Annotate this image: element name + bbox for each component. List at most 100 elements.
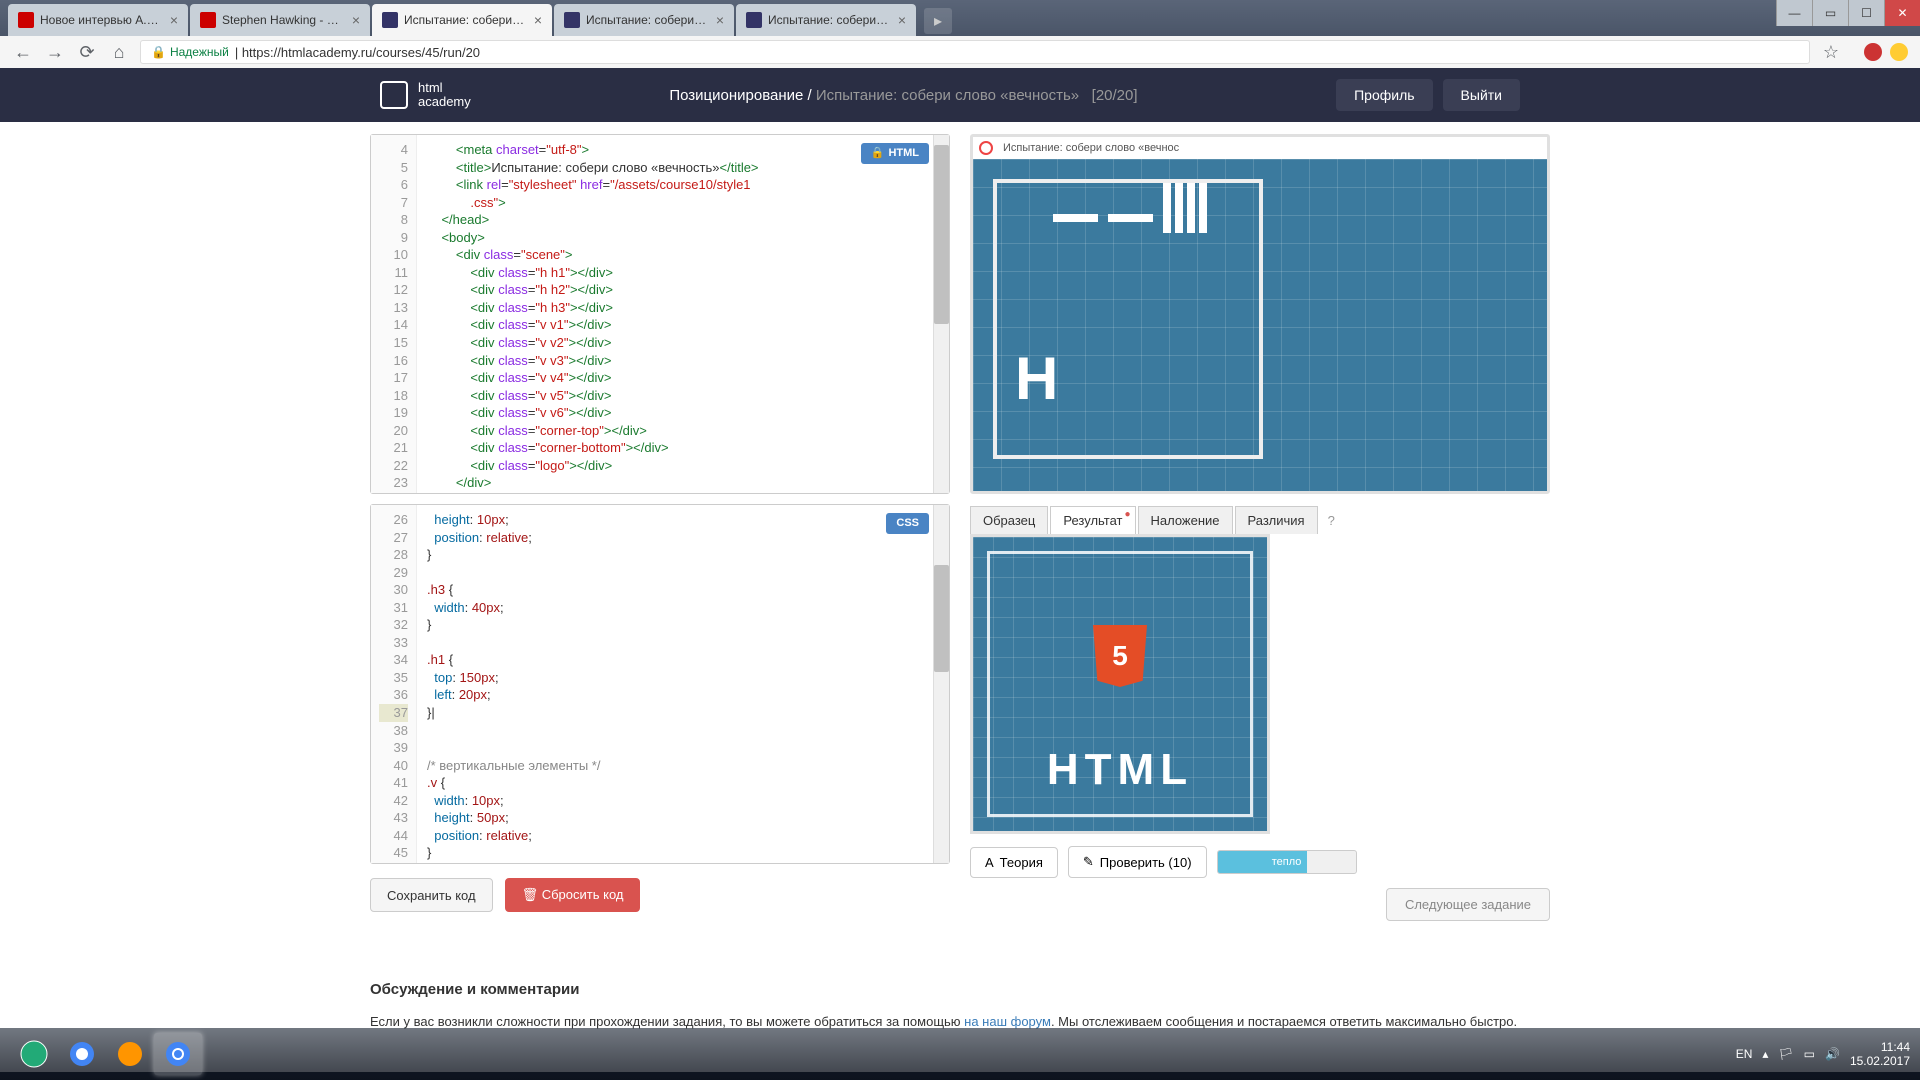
score-text: тепло (1272, 856, 1302, 868)
battery-icon[interactable]: ▭ (1804, 1047, 1815, 1061)
html-editor[interactable]: 🔒HTML 4567891011121314151617181920212223… (370, 134, 950, 494)
tab-title: Новое интервью А. Не... (40, 13, 162, 27)
css-editor[interactable]: CSS 262728293031323334353637383940414243… (370, 504, 950, 864)
back-button[interactable]: ← (12, 41, 34, 63)
forward-button[interactable]: → (44, 41, 66, 63)
lock-icon: 🔒 (151, 45, 166, 59)
star-icon[interactable]: ☆ (1820, 41, 1842, 63)
htmlacademy-icon (564, 12, 580, 28)
new-tab-button[interactable]: ▸ (924, 8, 952, 34)
firefox-icon[interactable] (106, 1033, 154, 1075)
tab-title: Испытание: собери сло... (586, 13, 708, 27)
course-name[interactable]: Позиционирование (669, 87, 803, 104)
tab-close-icon[interactable]: × (170, 12, 178, 28)
lang-indicator[interactable]: EN (1736, 1047, 1753, 1061)
reset-button[interactable]: 🗑 Сбросить код (505, 878, 641, 912)
browser-tab[interactable]: Испытание: собери сло... × (554, 4, 734, 36)
html-text: HTML (1047, 745, 1193, 795)
volume-icon[interactable]: 🔊 (1825, 1047, 1840, 1061)
comments-section: Обсуждение и комментарии Если у вас возн… (370, 961, 1550, 1032)
browser-tab-active[interactable]: Испытание: собери сло... × (372, 4, 552, 36)
logo-icon (380, 81, 408, 109)
window-close-button[interactable]: ✕ (1884, 0, 1920, 26)
tab-close-icon[interactable]: × (898, 12, 906, 28)
comments-title: Обсуждение и комментарии (370, 981, 1550, 998)
extension-icon[interactable] (1864, 43, 1882, 61)
window-controls: — ▭ ☐ ✕ (1776, 0, 1920, 26)
tab-overlay[interactable]: Наложение (1138, 506, 1233, 534)
tab-title: Stephen Hawking - Wha... (222, 13, 344, 27)
logo[interactable]: htmlacademy (380, 81, 471, 110)
tab-sample[interactable]: Образец (970, 506, 1048, 534)
taskbar: EN ▴ 🏳 ▭ 🔊 11:44 15.02.2017 (0, 1028, 1920, 1080)
secure-badge: 🔒 Надежный (151, 45, 229, 59)
task-name: Испытание: собери слово «вечность» (816, 87, 1079, 104)
browser-tab[interactable]: Испытание: собери сло... × (736, 4, 916, 36)
youtube-icon (200, 12, 216, 28)
restore-button[interactable]: ▭ (1812, 0, 1848, 26)
page-header: htmlacademy Позиционирование / Испытание… (0, 68, 1920, 122)
scrollbar[interactable] (933, 135, 949, 493)
htmlacademy-icon (382, 12, 398, 28)
tab-close-icon[interactable]: × (352, 12, 360, 28)
tab-diff[interactable]: Различия (1235, 506, 1318, 534)
font-icon: A (985, 855, 994, 870)
youtube-icon (18, 12, 34, 28)
clock-time: 11:44 (1850, 1040, 1910, 1054)
profile-button[interactable]: Профиль (1336, 79, 1432, 111)
home-button[interactable]: ⌂ (108, 41, 130, 63)
score-bar: тепло (1217, 850, 1357, 874)
secure-label: Надежный (170, 45, 229, 59)
browser-tab[interactable]: Stephen Hawking - Wha... × (190, 4, 370, 36)
lock-icon: 🔒 (871, 147, 885, 159)
tab-title: Испытание: собери сло... (768, 13, 890, 27)
tray-up-icon[interactable]: ▴ (1762, 1047, 1768, 1061)
extension-icon[interactable] (1890, 43, 1908, 61)
preview-chrome: Испытание: собери слово «вечнос (973, 137, 1547, 159)
theory-button[interactable]: AТеория (970, 847, 1058, 878)
opera-icon (979, 141, 993, 155)
logout-button[interactable]: Выйти (1443, 79, 1520, 111)
tab-result[interactable]: Результат● (1050, 506, 1135, 534)
logo-text: htmlacademy (418, 81, 471, 110)
address-bar: ← → ⟳ ⌂ 🔒 Надежный | https://htmlacademy… (0, 36, 1920, 68)
code-content[interactable]: <meta charset="utf-8"> <title>Испытание:… (417, 135, 949, 493)
scrollbar[interactable] (933, 505, 949, 863)
css-badge: CSS (886, 513, 929, 534)
maximize-button[interactable]: ☐ (1848, 0, 1884, 26)
trash-icon: 🗑 (522, 887, 539, 902)
tab-close-icon[interactable]: × (716, 12, 724, 28)
tab-title: Испытание: собери сло... (404, 13, 526, 27)
task-progress: [20/20] (1092, 87, 1138, 104)
chrome-icon[interactable] (58, 1033, 106, 1075)
line-gutter: 2627282930313233343536373839404142434445 (371, 505, 417, 863)
reload-button[interactable]: ⟳ (76, 41, 98, 63)
result-tabs: Образец Результат● Наложение Различия ? (970, 506, 1550, 534)
browser-tab[interactable]: Новое интервью А. Не... × (8, 4, 188, 36)
minimize-button[interactable]: — (1776, 0, 1812, 26)
breadcrumb: Позиционирование / Испытание: собери сло… (669, 87, 1137, 104)
preview-pane: Испытание: собери слово «вечнос Н (970, 134, 1550, 494)
chrome-icon-active[interactable] (154, 1033, 202, 1075)
url-input[interactable]: 🔒 Надежный | https://htmlacademy.ru/cour… (140, 40, 1810, 64)
tab-close-icon[interactable]: × (534, 12, 542, 28)
start-button[interactable] (10, 1033, 58, 1075)
line-gutter: 4567891011121314151617181920212223 (371, 135, 417, 493)
next-task-button[interactable]: Следующее задание (1386, 888, 1550, 921)
check-button[interactable]: ✎Проверить (10) (1068, 846, 1207, 878)
preview-canvas: Н (973, 159, 1547, 491)
preview-title: Испытание: собери слово «вечнос (1003, 142, 1179, 154)
html5-shield-icon: 5 (1093, 625, 1147, 687)
clock-date: 15.02.2017 (1850, 1054, 1910, 1068)
result-preview: 5 HTML (970, 534, 1270, 834)
flag-icon[interactable]: 🏳 (1778, 1047, 1793, 1061)
clock[interactable]: 11:44 15.02.2017 (1850, 1040, 1910, 1069)
code-content[interactable]: height: 10px; position: relative; } .h3 … (417, 505, 949, 863)
html-badge: 🔒HTML (861, 143, 929, 164)
check-icon: ✎ (1083, 854, 1094, 870)
forum-link[interactable]: на наш форум (964, 1014, 1051, 1029)
htmlacademy-icon (746, 12, 762, 28)
tab-help[interactable]: ? (1328, 513, 1335, 528)
save-button[interactable]: Сохранить код (370, 878, 493, 912)
url-text: https://htmlacademy.ru/courses/45/run/20 (242, 45, 480, 60)
